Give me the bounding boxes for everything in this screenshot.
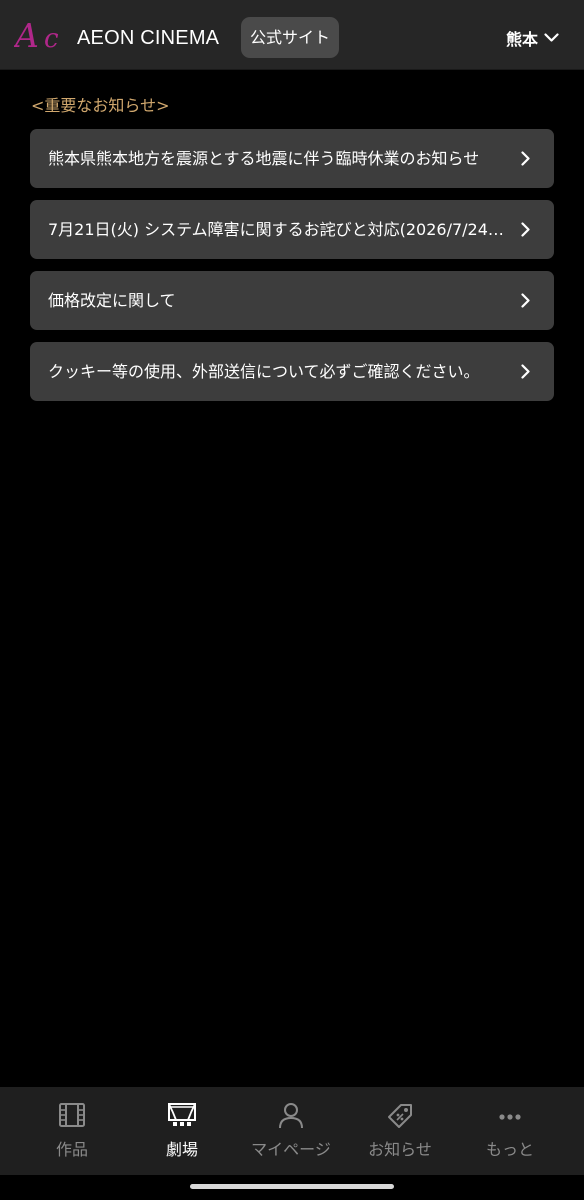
region-label: 熊本 bbox=[506, 30, 539, 49]
tab-mypage[interactable]: マイページ bbox=[241, 1087, 341, 1175]
tab-theater[interactable]: 劇場 bbox=[132, 1087, 232, 1175]
notice-item[interactable]: クッキー等の使用、外部送信について必ずご確認ください。 bbox=[30, 342, 554, 401]
chevron-right-icon bbox=[521, 293, 530, 308]
notice-item-text: クッキー等の使用、外部送信について必ずご確認ください。 bbox=[48, 362, 480, 381]
tag-icon bbox=[388, 1104, 412, 1128]
person-icon bbox=[279, 1103, 303, 1129]
tab-news[interactable]: お知らせ bbox=[350, 1087, 450, 1175]
theater-icon bbox=[168, 1103, 196, 1126]
app-header: A c AEON CINEMA 公式サイト 熊本 bbox=[0, 0, 584, 70]
brand-name[interactable]: AEON CINEMA bbox=[77, 26, 219, 50]
more-icon bbox=[499, 1114, 521, 1120]
aeon-cinema-logo-icon[interactable]: A c bbox=[14, 18, 76, 52]
notice-item-text: 熊本県熊本地方を震源とする地震に伴う臨時休業のお知らせ bbox=[48, 149, 480, 168]
chevron-right-icon bbox=[521, 222, 530, 237]
region-selector[interactable]: 熊本 bbox=[506, 25, 559, 51]
notice-item-text: 価格改定に関して bbox=[48, 291, 176, 310]
notice-item-text: 7月21日(火) システム障害に関するお詫びと対応(2026/7/24更… bbox=[48, 220, 510, 239]
tab-more[interactable]: もっと bbox=[460, 1087, 560, 1175]
chevron-right-icon bbox=[521, 151, 530, 166]
svg-text:c: c bbox=[44, 24, 59, 52]
official-site-button[interactable]: 公式サイト bbox=[241, 17, 339, 58]
notice-item[interactable]: 価格改定に関して bbox=[30, 271, 554, 330]
home-indicator[interactable] bbox=[190, 1184, 394, 1189]
chevron-down-icon bbox=[544, 33, 559, 42]
tab-label: もっと bbox=[485, 1140, 534, 1159]
chevron-right-icon bbox=[521, 364, 530, 379]
film-icon bbox=[59, 1103, 85, 1127]
tab-works[interactable]: 作品 bbox=[22, 1087, 122, 1175]
notice-item[interactable]: 7月21日(火) システム障害に関するお詫びと対応(2026/7/24更… bbox=[30, 200, 554, 259]
notice-item[interactable]: 熊本県熊本地方を震源とする地震に伴う臨時休業のお知らせ bbox=[30, 129, 554, 188]
bottom-tab-bar: 作品 劇場 マイページ お知らせ もっと bbox=[0, 1087, 584, 1175]
svg-text:A: A bbox=[14, 18, 39, 52]
important-notices-heading: <重要なお知らせ> bbox=[31, 96, 170, 115]
